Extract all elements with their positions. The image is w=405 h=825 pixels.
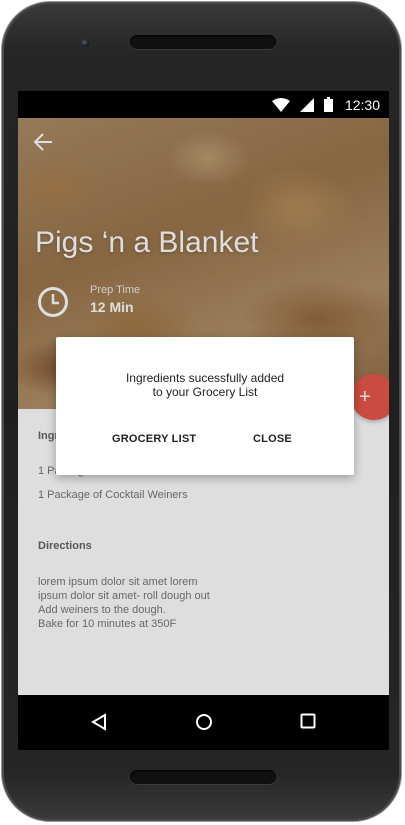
dialog-message: Ingredients sucessfully added to your Gr… [56,371,354,399]
status-time: 12:30 [344,96,380,113]
battery-icon [323,97,333,112]
signal-icon [299,97,314,112]
grocery-list-button[interactable]: GROCERY LIST [112,433,196,445]
top-speaker [130,35,276,49]
close-button[interactable]: CLOSE [253,433,292,445]
dialog-message-line1: Ingredients sucessfully added [125,371,285,385]
back-triangle-icon[interactable] [91,713,107,731]
phone-frame: 12:30 Pigs ‘n a Blanket Prep Time 12 Min… [2,2,401,821]
navigation-bar [18,695,389,750]
wifi-icon [271,97,290,112]
confirmation-dialog: Ingredients sucessfully added to your Gr… [56,337,354,475]
home-circle-icon[interactable] [195,713,213,731]
status-icons: 12:30 [271,91,389,118]
front-camera [81,39,89,47]
bottom-speaker [130,770,276,784]
dialog-message-line2: to your Grocery List [152,385,258,399]
screen: 12:30 Pigs ‘n a Blanket Prep Time 12 Min… [18,91,389,750]
recents-square-icon[interactable] [300,713,316,729]
status-bar: 12:30 [18,91,389,118]
